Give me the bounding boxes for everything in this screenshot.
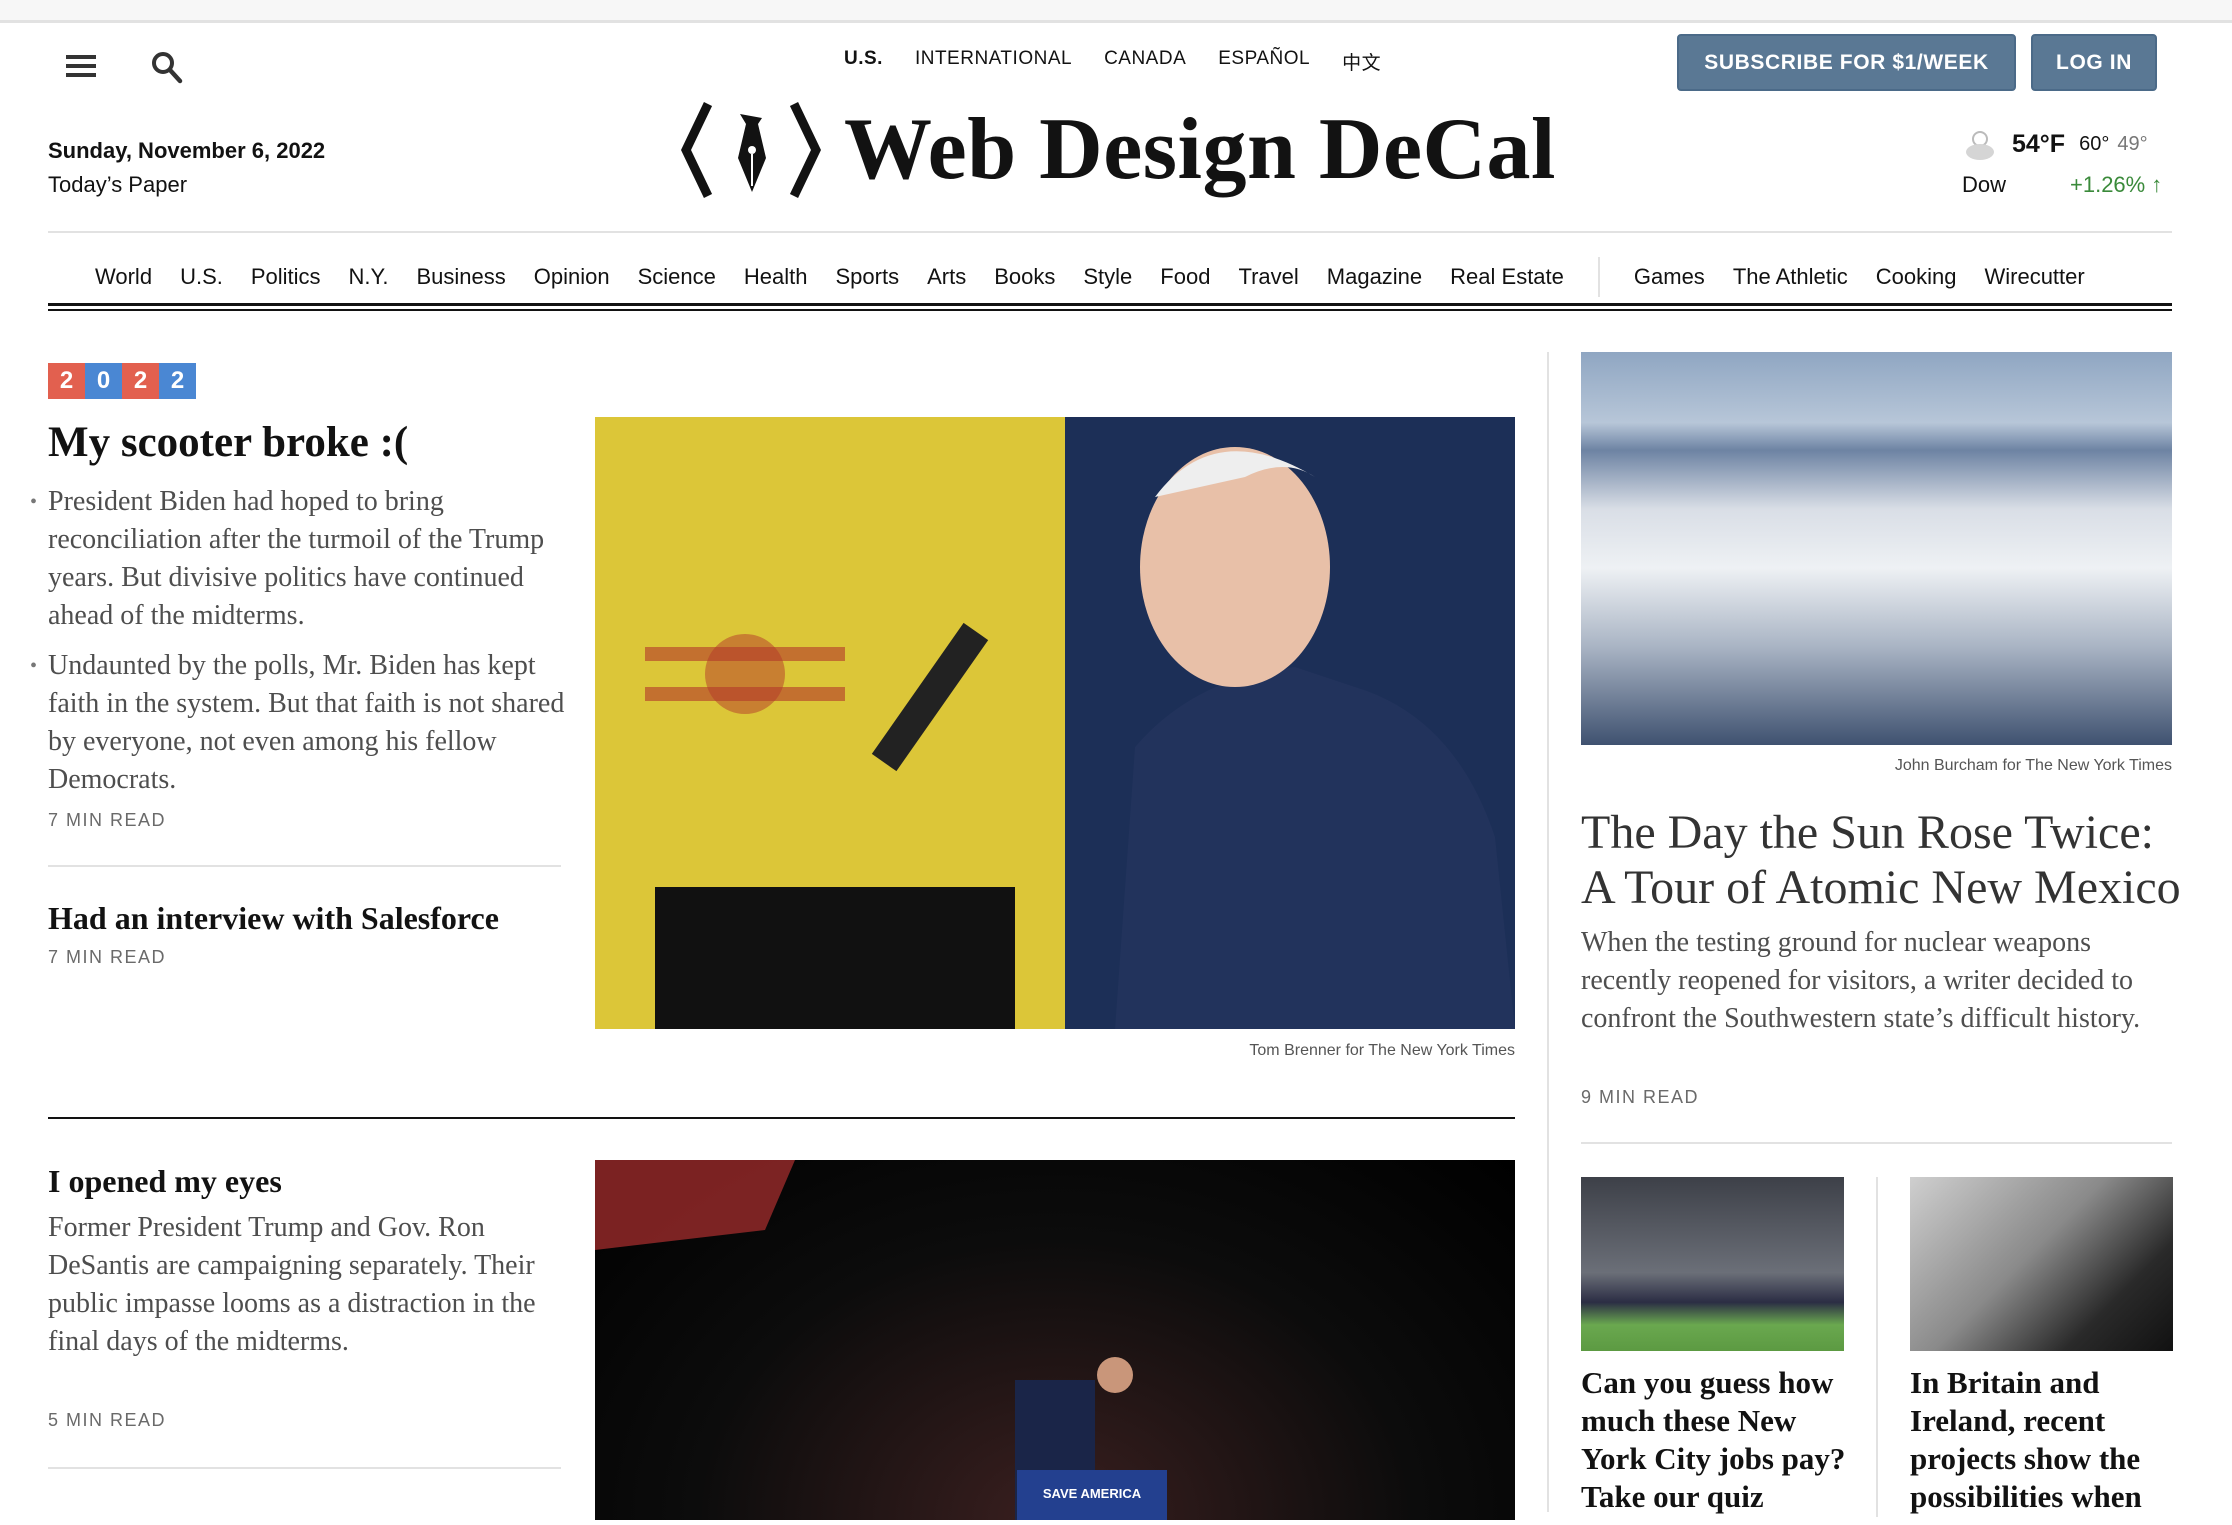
read-time: 7 MIN READ [48, 947, 167, 967]
lead-headline[interactable]: My scooter broke :( [48, 418, 568, 467]
nav-sports[interactable]: Sports [836, 264, 900, 290]
nav-games[interactable]: Games [1634, 264, 1705, 290]
nav-science[interactable]: Science [638, 264, 716, 290]
market-change[interactable]: +1.26% ↑ [2070, 172, 2162, 198]
performance-image[interactable] [1910, 1177, 2173, 1351]
rally-image[interactable]: SAVE AMERICA [595, 1160, 1515, 1520]
badge-digit: 2 [159, 363, 196, 399]
image-caption: Tom Brenner for The New York Times [1249, 1042, 1515, 1059]
site-logo[interactable]: Web Design DeCal [680, 100, 1556, 200]
nav-opinion[interactable]: Opinion [534, 264, 610, 290]
third-headline[interactable]: I opened my eyes [48, 1163, 282, 1200]
nav-health[interactable]: Health [744, 264, 808, 290]
login-button[interactable]: LOG IN [2031, 34, 2157, 91]
header-divider [48, 231, 2172, 233]
nav-ny[interactable]: N.Y. [349, 264, 389, 290]
current-date: Sunday, November 6, 2022 [48, 138, 326, 163]
speaker-photo [595, 417, 1515, 1029]
nav-us[interactable]: U.S. [180, 264, 223, 290]
weather-widget[interactable]: 54°F 60° 49° [1962, 126, 2148, 162]
white-sands-image[interactable] [1581, 352, 2172, 745]
story-divider [48, 865, 561, 867]
lead-story-image[interactable] [595, 417, 1515, 1029]
nav-separator [1597, 257, 1600, 297]
section-nav: World U.S. Politics N.Y. Business Opinio… [95, 257, 2085, 297]
edition-international[interactable]: INTERNATIONAL [915, 48, 1072, 75]
nav-books[interactable]: Books [994, 264, 1055, 290]
nav-style[interactable]: Style [1083, 264, 1132, 290]
nav-wirecutter[interactable]: Wirecutter [1984, 264, 2084, 290]
low-temp: 49° [2117, 132, 2148, 155]
column-divider [1547, 352, 1549, 1512]
third-summary[interactable]: Former President Trump and Gov. Ron DeSa… [48, 1209, 568, 1361]
todays-paper-link[interactable]: Today’s Paper [48, 172, 187, 198]
pen-nib-logo-icon [681, 102, 821, 198]
badge-digit: 2 [48, 363, 85, 399]
baseball-image[interactable] [1581, 1177, 1844, 1351]
badge-digit: 0 [85, 363, 122, 399]
cloud-icon [1966, 131, 1994, 160]
nav-the-athletic[interactable]: The Athletic [1733, 264, 1848, 290]
market-percent: +1.26% [2070, 172, 2146, 197]
save-america-sign: SAVE AMERICA [1043, 1486, 1142, 1501]
menu-icon[interactable] [66, 55, 96, 77]
high-temp: 60° [2079, 132, 2110, 155]
edition-us[interactable]: U.S. [844, 48, 883, 75]
subscribe-button[interactable]: SUBSCRIBE FOR $1/WEEK [1677, 34, 2016, 91]
nav-double-rule-lower [48, 309, 2172, 311]
second-headline[interactable]: Had an interview with Salesforce [48, 900, 499, 937]
election-2022-badge[interactable]: 2 0 2 2 [48, 363, 196, 399]
read-time: 7 MIN READ [48, 810, 167, 830]
read-time: 9 MIN READ [1581, 1087, 1700, 1107]
nav-politics[interactable]: Politics [251, 264, 321, 290]
browser-top-bar [0, 0, 2232, 23]
lead-bullet[interactable]: President Biden had hoped to bring recon… [30, 483, 568, 635]
edition-links: U.S. INTERNATIONAL CANADA ESPAÑOL 中文 [844, 48, 1381, 75]
arrow-up-icon: ↑ [2151, 172, 2163, 197]
lead-bullet[interactable]: Undaunted by the polls, Mr. Biden has ke… [30, 647, 568, 799]
nav-arts[interactable]: Arts [927, 264, 966, 290]
edition-chinese[interactable]: 中文 [1342, 48, 1381, 75]
badge-digit: 2 [122, 363, 159, 399]
column-divider [1876, 1177, 1878, 1517]
edition-espanol[interactable]: ESPAÑOL [1218, 48, 1310, 75]
logo-text: Web Design DeCal [844, 101, 1556, 198]
section-divider [48, 1117, 1515, 1119]
small-story-headline[interactable]: Can you guess how much these New York Ci… [1581, 1364, 1846, 1516]
rally-photo: SAVE AMERICA [595, 1160, 1167, 1520]
read-time: 5 MIN READ [48, 1410, 167, 1430]
nav-magazine[interactable]: Magazine [1327, 264, 1422, 290]
nav-cooking[interactable]: Cooking [1876, 264, 1957, 290]
nav-business[interactable]: Business [417, 264, 506, 290]
nav-food[interactable]: Food [1160, 264, 1210, 290]
feature-headline[interactable]: The Day the Sun Rose Twice: A Tour of At… [1581, 805, 2181, 915]
small-story-headline[interactable]: In Britain and Ireland, recent projects … [1910, 1364, 2175, 1516]
feature-summary[interactable]: When the testing ground for nuclear weap… [1581, 924, 2176, 1038]
story-divider [48, 1467, 561, 1469]
nav-real-estate[interactable]: Real Estate [1450, 264, 1564, 290]
search-icon[interactable] [150, 50, 184, 84]
nav-travel[interactable]: Travel [1238, 264, 1298, 290]
nav-double-rule [48, 303, 2172, 306]
current-temp: 54°F [2012, 129, 2066, 158]
story-divider [1581, 1142, 2172, 1144]
edition-canada[interactable]: CANADA [1104, 48, 1186, 75]
nav-world[interactable]: World [95, 264, 152, 290]
image-caption: John Burcham for The New York Times [1894, 757, 2172, 774]
market-label[interactable]: Dow [1962, 172, 2006, 198]
